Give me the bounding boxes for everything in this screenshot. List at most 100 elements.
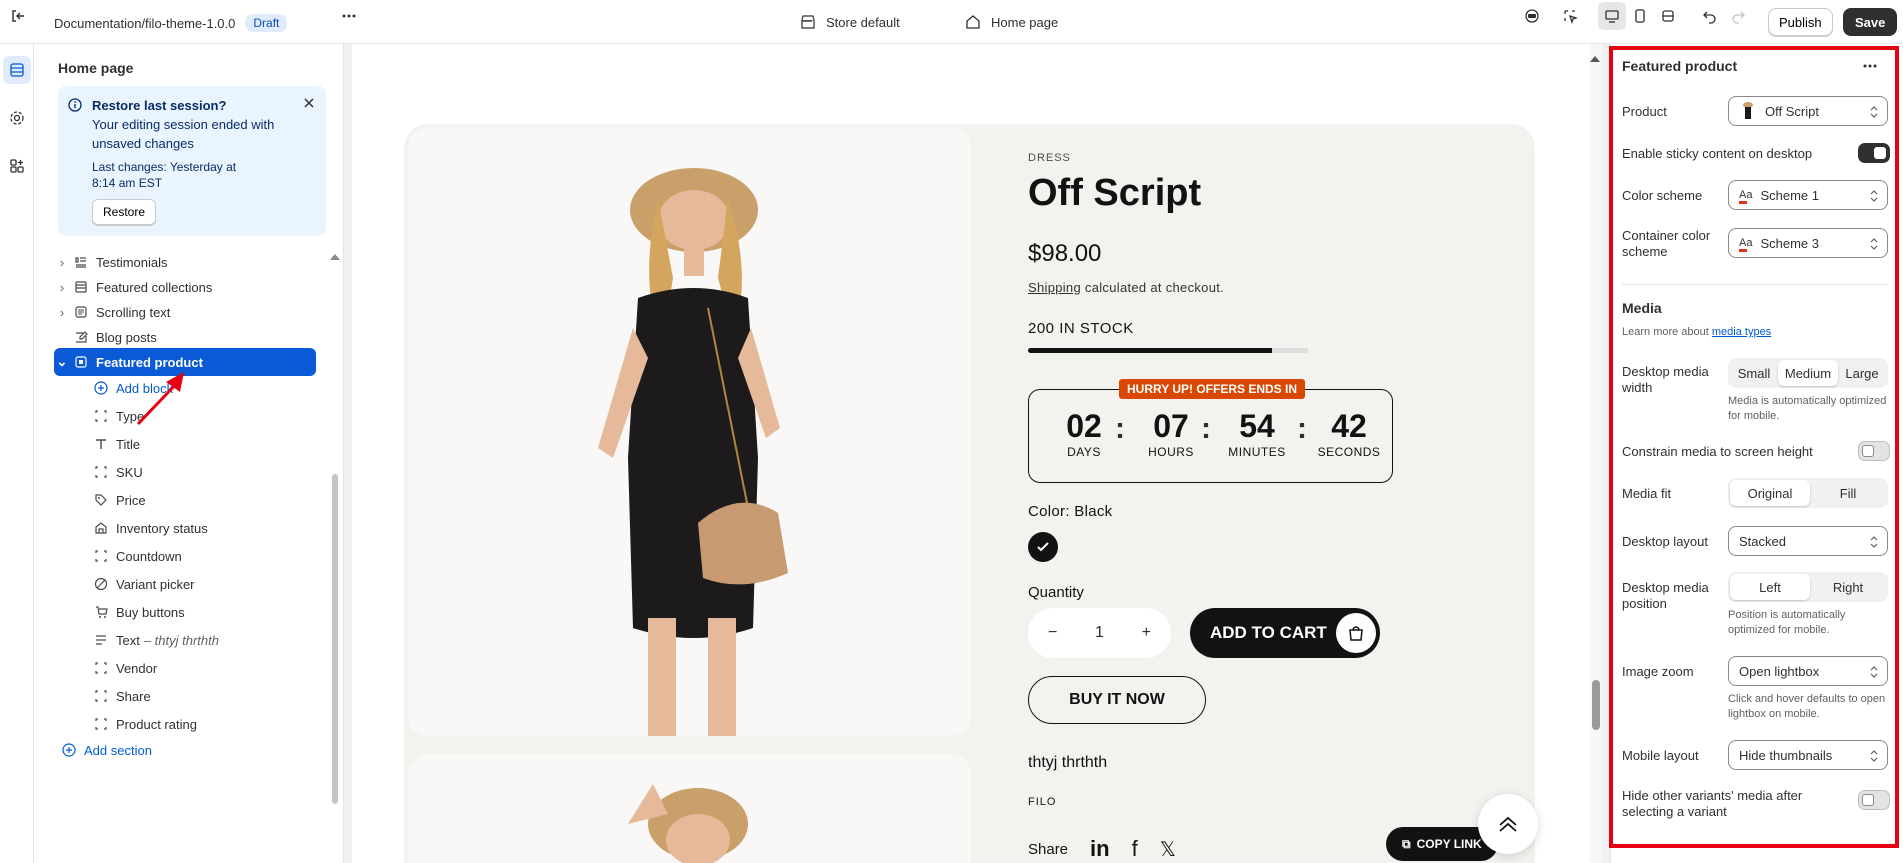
color-swatch-black[interactable] [1028, 532, 1058, 562]
sections-icon[interactable] [3, 56, 31, 84]
fit-option-original[interactable]: Original [1730, 480, 1810, 506]
preview-scrollbar[interactable] [1590, 44, 1602, 863]
sticky-content-toggle[interactable] [1858, 143, 1890, 163]
x-icon[interactable]: 𝕏 [1160, 837, 1176, 862]
constrain-media-toggle[interactable] [1858, 441, 1890, 461]
undo-icon[interactable] [1696, 2, 1724, 30]
position-option-right[interactable]: Right [1810, 574, 1886, 600]
preview-scroll-thumb[interactable] [1592, 680, 1600, 730]
select-cursor-icon[interactable] [1556, 2, 1584, 30]
product-image[interactable] [408, 128, 971, 736]
block-buy-buttons[interactable]: Buy buttons [90, 598, 316, 626]
constrain-media-label: Constrain media to screen height [1622, 444, 1813, 459]
width-option-small[interactable]: Small [1730, 360, 1778, 386]
scroll-up-arrow[interactable] [330, 254, 340, 260]
mobile-view-icon[interactable] [1626, 2, 1654, 30]
shipping-note: Shipping calculated at checkout. [1028, 280, 1225, 295]
chevron-down-icon[interactable]: ⌄ [54, 354, 70, 370]
sidebar-scrollbar[interactable] [332, 474, 338, 804]
block-product-rating[interactable]: Product rating [90, 710, 316, 738]
shipping-link[interactable]: Shipping [1028, 280, 1081, 295]
section-featured-collections[interactable]: › Featured collections [54, 273, 316, 301]
position-option-left[interactable]: Left [1730, 574, 1810, 600]
width-option-large[interactable]: Large [1838, 360, 1886, 386]
updown-chevron-icon [1869, 749, 1879, 766]
block-icon [90, 689, 112, 703]
desktop-layout-select[interactable]: Stacked [1728, 526, 1888, 556]
add-to-cart-button[interactable]: ADD TO CART [1190, 608, 1380, 658]
fit-option-fill[interactable]: Fill [1810, 480, 1886, 506]
model-photo [598, 168, 788, 736]
save-button[interactable]: Save [1843, 8, 1898, 36]
section-testimonials[interactable]: › Testimonials [54, 248, 316, 276]
chevron-right-icon[interactable]: › [54, 305, 70, 320]
product-picker[interactable]: Off Script [1728, 96, 1888, 126]
section-blog-posts[interactable]: Blog posts [54, 323, 316, 351]
updown-chevron-icon [1869, 665, 1879, 682]
block-label: Variant picker [116, 576, 195, 592]
title-icon [90, 437, 112, 451]
block-inventory-status[interactable]: Inventory status [90, 514, 316, 542]
block-title[interactable]: Title [90, 430, 316, 458]
desktop-view-icon[interactable] [1598, 2, 1626, 30]
facebook-icon[interactable]: f [1132, 836, 1138, 862]
color-scheme-select[interactable]: Aa Scheme 1 [1728, 180, 1888, 210]
theme-settings-icon[interactable] [3, 104, 31, 132]
chevron-right-icon[interactable]: › [54, 255, 70, 270]
fullscreen-icon[interactable] [1654, 2, 1682, 30]
product-icon [70, 355, 92, 369]
block-vendor[interactable]: Vendor [90, 654, 316, 682]
block-countdown[interactable]: Countdown [90, 542, 316, 570]
quantity-value[interactable]: 1 [1095, 624, 1104, 642]
media-fit-segmented: Original Fill [1728, 478, 1888, 508]
position-help-text: Position is automatically optimized for … [1728, 609, 1846, 636]
close-icon[interactable] [302, 96, 316, 113]
hide-variants-toggle[interactable] [1858, 790, 1890, 810]
scroll-up-arrow[interactable] [1590, 56, 1600, 62]
scroll-to-top-button[interactable] [1478, 794, 1538, 854]
restore-button[interactable]: Restore [92, 199, 157, 225]
media-types-link[interactable]: media types [1712, 326, 1771, 338]
scheme-swatch-icon: Aa [1739, 237, 1753, 252]
apps-icon[interactable] [3, 152, 31, 180]
section-label: Featured collections [96, 279, 213, 295]
container-scheme-select[interactable]: Aa Scheme 3 [1728, 228, 1888, 258]
inventory-icon [90, 521, 112, 535]
inventory-bar [1028, 348, 1308, 353]
plus-icon[interactable]: + [1142, 624, 1151, 642]
block-label: SKU [116, 464, 143, 480]
more-options-icon[interactable] [1862, 58, 1878, 77]
annotation-arrow [136, 372, 184, 426]
minus-icon[interactable]: − [1048, 624, 1057, 642]
inspector-icon[interactable] [1518, 2, 1546, 30]
page-selector[interactable]: Home page [965, 8, 1058, 36]
exit-icon[interactable] [4, 2, 32, 30]
color-scheme-label: Color scheme [1622, 188, 1703, 203]
block-price[interactable]: Price [90, 486, 316, 514]
buy-now-button[interactable]: BUY IT NOW [1028, 676, 1206, 724]
product-vendor: FILO [1028, 796, 1057, 808]
redo-icon[interactable] [1724, 2, 1752, 30]
updown-chevron-icon [1869, 535, 1879, 552]
block-sku[interactable]: SKU [90, 458, 316, 486]
add-section-button[interactable]: Add section [58, 736, 320, 764]
image-zoom-select[interactable]: Open lightbox [1728, 656, 1888, 686]
linkedin-icon[interactable]: in [1090, 836, 1110, 862]
mobile-layout-select[interactable]: Hide thumbnails [1728, 740, 1888, 770]
updown-chevron-icon [1869, 105, 1879, 122]
product-image-2[interactable] [408, 754, 971, 863]
add-section-label: Add section [84, 742, 152, 758]
countdown-minutes: 54 MINUTES [1228, 408, 1286, 459]
chevron-right-icon[interactable]: › [54, 280, 70, 295]
block-text[interactable]: Text – thtyj thrthth [90, 626, 316, 654]
block-variant-picker[interactable]: Variant picker [90, 570, 316, 598]
quantity-stepper[interactable]: − 1 + [1028, 608, 1171, 658]
publish-button[interactable]: Publish [1768, 8, 1833, 36]
width-option-medium[interactable]: Medium [1778, 360, 1838, 386]
block-share[interactable]: Share [90, 682, 316, 710]
store-preview: DRESS Off Script $98.00 Shipping calcula… [352, 44, 1602, 863]
section-scrolling-text[interactable]: › Scrolling text [54, 298, 316, 326]
block-label: Title [116, 436, 141, 452]
more-options-icon[interactable] [335, 2, 363, 30]
store-selector[interactable]: Store default [800, 8, 900, 36]
